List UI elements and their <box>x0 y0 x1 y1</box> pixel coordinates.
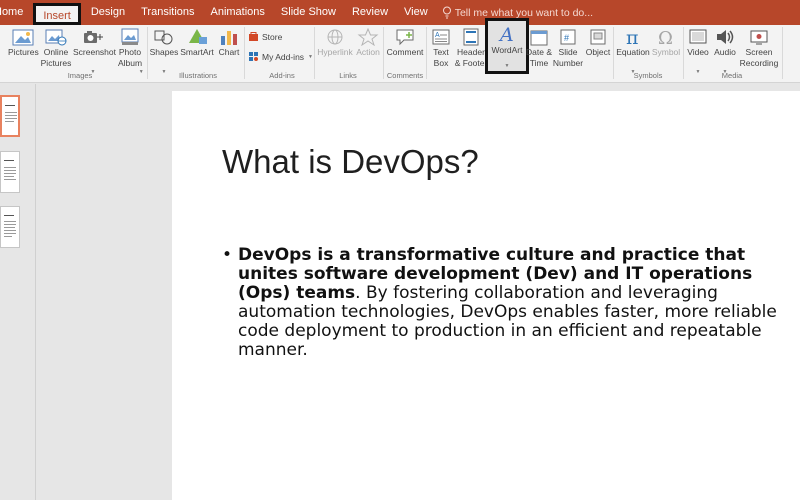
lightbulb-icon <box>442 6 451 19</box>
tab-insert[interactable]: Insert <box>33 3 81 25</box>
group-separator <box>244 27 245 79</box>
hyperlink-icon <box>327 29 343 45</box>
online-pictures-icon <box>45 29 67 46</box>
pictures-icon <box>12 29 34 46</box>
screen-recording-icon <box>750 30 768 45</box>
header-footer-icon <box>463 28 479 46</box>
speaker-icon <box>717 30 734 44</box>
group-separator <box>782 27 783 79</box>
camera-icon <box>84 31 103 43</box>
bullet-text: DevOps is a transformative culture and p… <box>222 246 792 360</box>
tab-transitions[interactable]: Transitions <box>133 0 202 25</box>
thumb-text-line <box>4 233 16 234</box>
chevron-down-icon: ▼ <box>695 69 701 75</box>
pi-icon: π <box>626 27 639 47</box>
chevron-down-icon: ▼ <box>138 69 144 75</box>
thumb-text-line <box>4 230 16 231</box>
photo-album-icon <box>121 28 139 45</box>
current-slide[interactable]: What is DevOps? • DevOps is a transforma… <box>172 91 800 500</box>
group-label-illustrations: Illustrations <box>179 71 217 80</box>
slide-thumbnail-3[interactable] <box>0 206 20 248</box>
wordart-button[interactable]: A WordArt ▼ <box>485 18 529 74</box>
thumb-title-line <box>4 215 14 216</box>
slide-number-icon: # <box>560 29 576 45</box>
thumb-text-line <box>4 224 16 225</box>
group-label-comments: Comments <box>386 71 424 80</box>
pictures-button[interactable]: Pictures <box>8 25 39 83</box>
chevron-down-icon: ▼ <box>504 63 510 69</box>
chevron-down-icon: ▼ <box>161 69 167 75</box>
tab-review[interactable]: Review <box>344 0 396 25</box>
tab-view[interactable]: View <box>396 0 436 25</box>
video-button[interactable]: Video ▼ <box>685 25 711 83</box>
svg-text:A: A <box>435 32 440 39</box>
slide-editing-area: What is DevOps? • DevOps is a transforma… <box>36 84 800 500</box>
group-separator <box>314 27 315 79</box>
group-label-images: Images <box>67 71 93 80</box>
thumb-title-line <box>4 160 14 161</box>
slide-thumbnail-2[interactable] <box>0 151 20 193</box>
store-button[interactable]: Store <box>248 31 282 42</box>
omega-icon: Ω <box>658 28 673 47</box>
text-box-icon: A <box>432 29 450 45</box>
bullet-point: • <box>222 245 233 265</box>
video-icon <box>689 29 707 44</box>
slide-thumbnail-1[interactable] <box>0 95 20 137</box>
slide-thumbnail-pane <box>0 84 36 500</box>
svg-text:Ω: Ω <box>658 28 673 47</box>
svg-text:A: A <box>498 24 514 44</box>
wordart-icon: A <box>498 24 514 44</box>
thumb-text-line <box>4 170 16 171</box>
group-label-media: Media <box>721 71 743 80</box>
thumb-text-line <box>5 112 17 113</box>
group-label-addins: Add-ins <box>269 71 295 80</box>
thumb-text-line <box>4 236 12 237</box>
tab-slide-show[interactable]: Slide Show <box>273 0 344 25</box>
tab-design[interactable]: Design <box>83 0 133 25</box>
group-separator <box>147 27 148 79</box>
slide-body-text[interactable]: • DevOps is a transformative culture and… <box>222 246 792 360</box>
object-button[interactable]: Object <box>584 25 612 83</box>
group-separator <box>383 27 384 79</box>
thumb-text-line <box>5 118 17 119</box>
thumb-text-line <box>4 221 16 222</box>
svg-text:#: # <box>564 33 569 43</box>
group-label-symbols: Symbols <box>633 71 663 80</box>
text-box-button[interactable]: A Text Box <box>428 25 454 83</box>
star-icon <box>357 28 379 46</box>
chevron-down-icon: ▼ <box>308 53 313 60</box>
thumb-text-line <box>4 176 14 177</box>
date-time-button[interactable]: Date & Time <box>526 25 552 83</box>
thumb-text-line <box>4 179 16 180</box>
store-icon <box>249 32 258 41</box>
shapes-icon <box>154 30 173 45</box>
group-separator <box>613 27 614 79</box>
ribbon-insert: Pictures Online Pictures Screenshot ▼ Ph… <box>0 18 800 83</box>
object-icon <box>590 29 606 45</box>
tell-me-text: Tell me what you want to do... <box>454 6 594 19</box>
my-addins-button[interactable]: My Add-ins ▼ <box>248 51 313 62</box>
group-separator <box>426 27 427 79</box>
slide-number-button[interactable]: # Slide Number <box>552 25 584 83</box>
thumb-text-line <box>4 173 16 174</box>
thumb-text-line <box>5 115 17 116</box>
slide-title[interactable]: What is DevOps? <box>222 143 479 181</box>
header-footer-button[interactable]: Header & Footer <box>454 25 488 83</box>
thumb-text-line <box>4 227 15 228</box>
group-label-links: Links <box>339 71 357 80</box>
photo-album-button[interactable]: Photo Album ▼ <box>114 25 146 83</box>
tab-animations[interactable]: Animations <box>203 0 273 25</box>
thumb-text-line <box>5 121 14 122</box>
thumb-title-line <box>5 105 15 106</box>
group-separator <box>683 27 684 79</box>
chart-icon <box>221 31 237 45</box>
svg-text:π: π <box>626 27 639 47</box>
smartart-icon <box>189 29 207 44</box>
comment-icon <box>396 29 414 46</box>
ribbon-tab-bar: Home Insert Design Transitions Animation… <box>0 0 800 25</box>
thumb-text-line <box>4 167 16 168</box>
addins-icon <box>249 52 258 61</box>
tab-home[interactable]: Home <box>0 0 31 25</box>
calendar-icon <box>530 30 548 46</box>
